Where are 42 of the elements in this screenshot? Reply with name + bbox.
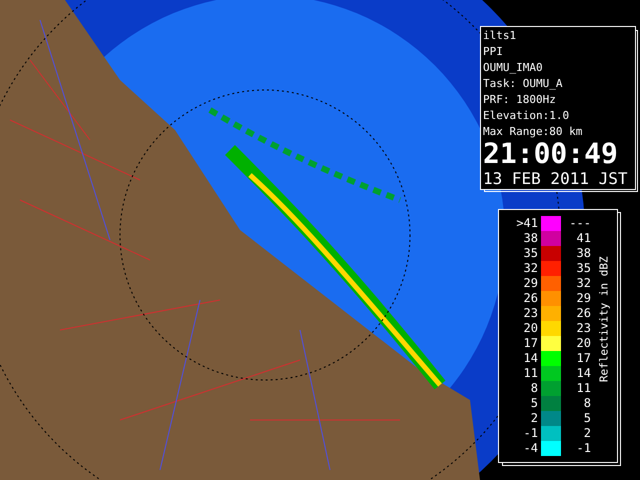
- legend-low-label: 5: [530, 396, 539, 411]
- legend-high-label: 23: [576, 321, 591, 336]
- legend-low-label: 2: [530, 411, 539, 426]
- legend-title: Reflectivity in dBZ: [596, 256, 612, 382]
- legend-high-label: 17: [576, 351, 591, 366]
- legend-high-label: -1: [576, 441, 591, 456]
- legend-high-label: 20: [576, 336, 591, 351]
- date-text: 13 FEB 2011 JST: [483, 168, 628, 190]
- legend-high-label: 14: [576, 366, 591, 381]
- info-line: Max Range:80 km: [483, 124, 584, 140]
- legend-high-label: 8: [582, 396, 591, 411]
- info-line: OUMU_IMA0: [483, 60, 544, 76]
- legend-low-label: 8: [530, 381, 539, 396]
- info-line: Task: OUMU_A: [483, 76, 564, 92]
- legend-high-label: 2: [582, 426, 591, 441]
- legend-high-label: 32: [576, 276, 591, 291]
- legend-low-label: 35: [522, 246, 539, 261]
- legend-low-label: 26: [522, 291, 539, 306]
- time-text: 21:00:49: [483, 140, 619, 168]
- legend-low-label: 29: [522, 276, 539, 291]
- legend-low-label: 14: [522, 351, 539, 366]
- legend-high-label: ---: [568, 216, 591, 231]
- legend-low-label: -4: [522, 441, 539, 456]
- legend-low-label: 38: [522, 231, 539, 246]
- info-line: Elevation:1.0: [483, 108, 570, 124]
- legend-high-label: 26: [576, 306, 591, 321]
- legend-high-label: 35: [576, 261, 591, 276]
- legend-low-label: 11: [522, 366, 539, 381]
- legend-high-label: 38: [576, 246, 591, 261]
- info-line: ilts1: [483, 28, 518, 44]
- info-line: PRF: 1800Hz: [483, 92, 557, 108]
- legend-low-label: >41: [515, 216, 539, 231]
- legend-high-label: 11: [576, 381, 591, 396]
- legend-low-label: 20: [522, 321, 539, 336]
- info-line: PPI: [483, 44, 504, 60]
- legend-low-label: -1: [522, 426, 539, 441]
- legend-high-label: 41: [576, 231, 591, 246]
- legend-high-label: 29: [576, 291, 591, 306]
- legend-low-label: 17: [522, 336, 539, 351]
- legend-high-label: 5: [582, 411, 591, 426]
- legend-low-label: 23: [522, 306, 539, 321]
- legend-low-label: 32: [522, 261, 539, 276]
